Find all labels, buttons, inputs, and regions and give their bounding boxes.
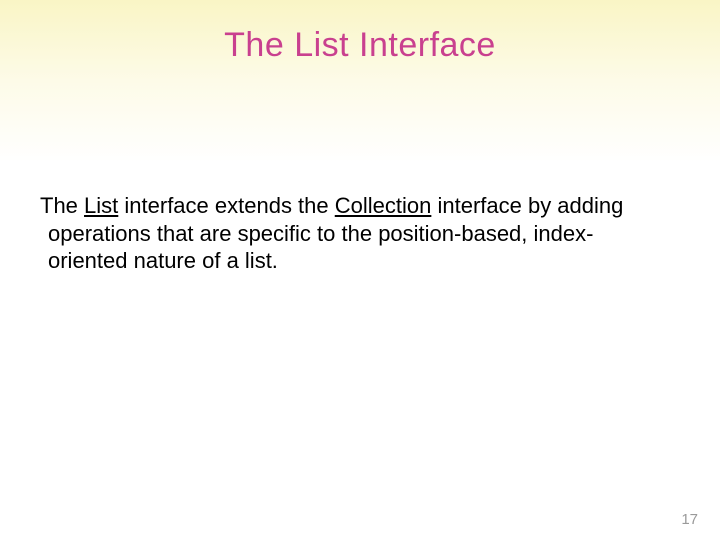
link-list[interactable]: List [84, 193, 118, 218]
body-paragraph: The List interface extends the Collectio… [40, 192, 660, 275]
text-segment-mid: interface extends the [118, 193, 334, 218]
body-text: The List interface extends the Collectio… [40, 192, 660, 275]
page-number: 17 [681, 511, 698, 528]
slide-title: The List Interface [0, 0, 720, 65]
link-collection[interactable]: Collection [335, 193, 432, 218]
text-segment-pre: The [40, 193, 84, 218]
